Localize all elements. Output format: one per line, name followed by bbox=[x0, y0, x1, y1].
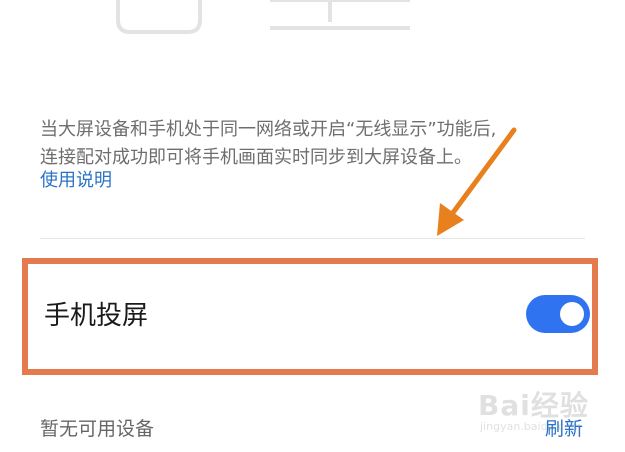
toggle-knob bbox=[560, 302, 584, 326]
description-line-1: 当大屏设备和手机处于同一网络或开启“无线显示”功能后, bbox=[40, 119, 497, 140]
devices-illustration-icon bbox=[116, 0, 410, 34]
refresh-button[interactable]: 刷新 bbox=[545, 414, 583, 444]
screencast-label: 手机投屏 bbox=[44, 301, 149, 331]
divider bbox=[40, 238, 585, 239]
pointer-arrow-icon bbox=[437, 127, 517, 236]
arrow-head bbox=[437, 203, 464, 236]
screencast-row: 手机投屏 bbox=[22, 258, 598, 375]
help-link[interactable]: 使用说明 bbox=[40, 168, 112, 194]
description-line-2: 连接配对成功即可将手机画面实时同步到大屏设备上。 bbox=[40, 147, 472, 168]
screencast-description: 当大屏设备和手机处于同一网络或开启“无线显示”功能后, 连接配对成功即可将手机画… bbox=[40, 116, 600, 172]
no-devices-text: 暂无可用设备 bbox=[40, 418, 155, 440]
phone-outline bbox=[116, 0, 202, 34]
screencast-toggle[interactable] bbox=[526, 295, 590, 333]
